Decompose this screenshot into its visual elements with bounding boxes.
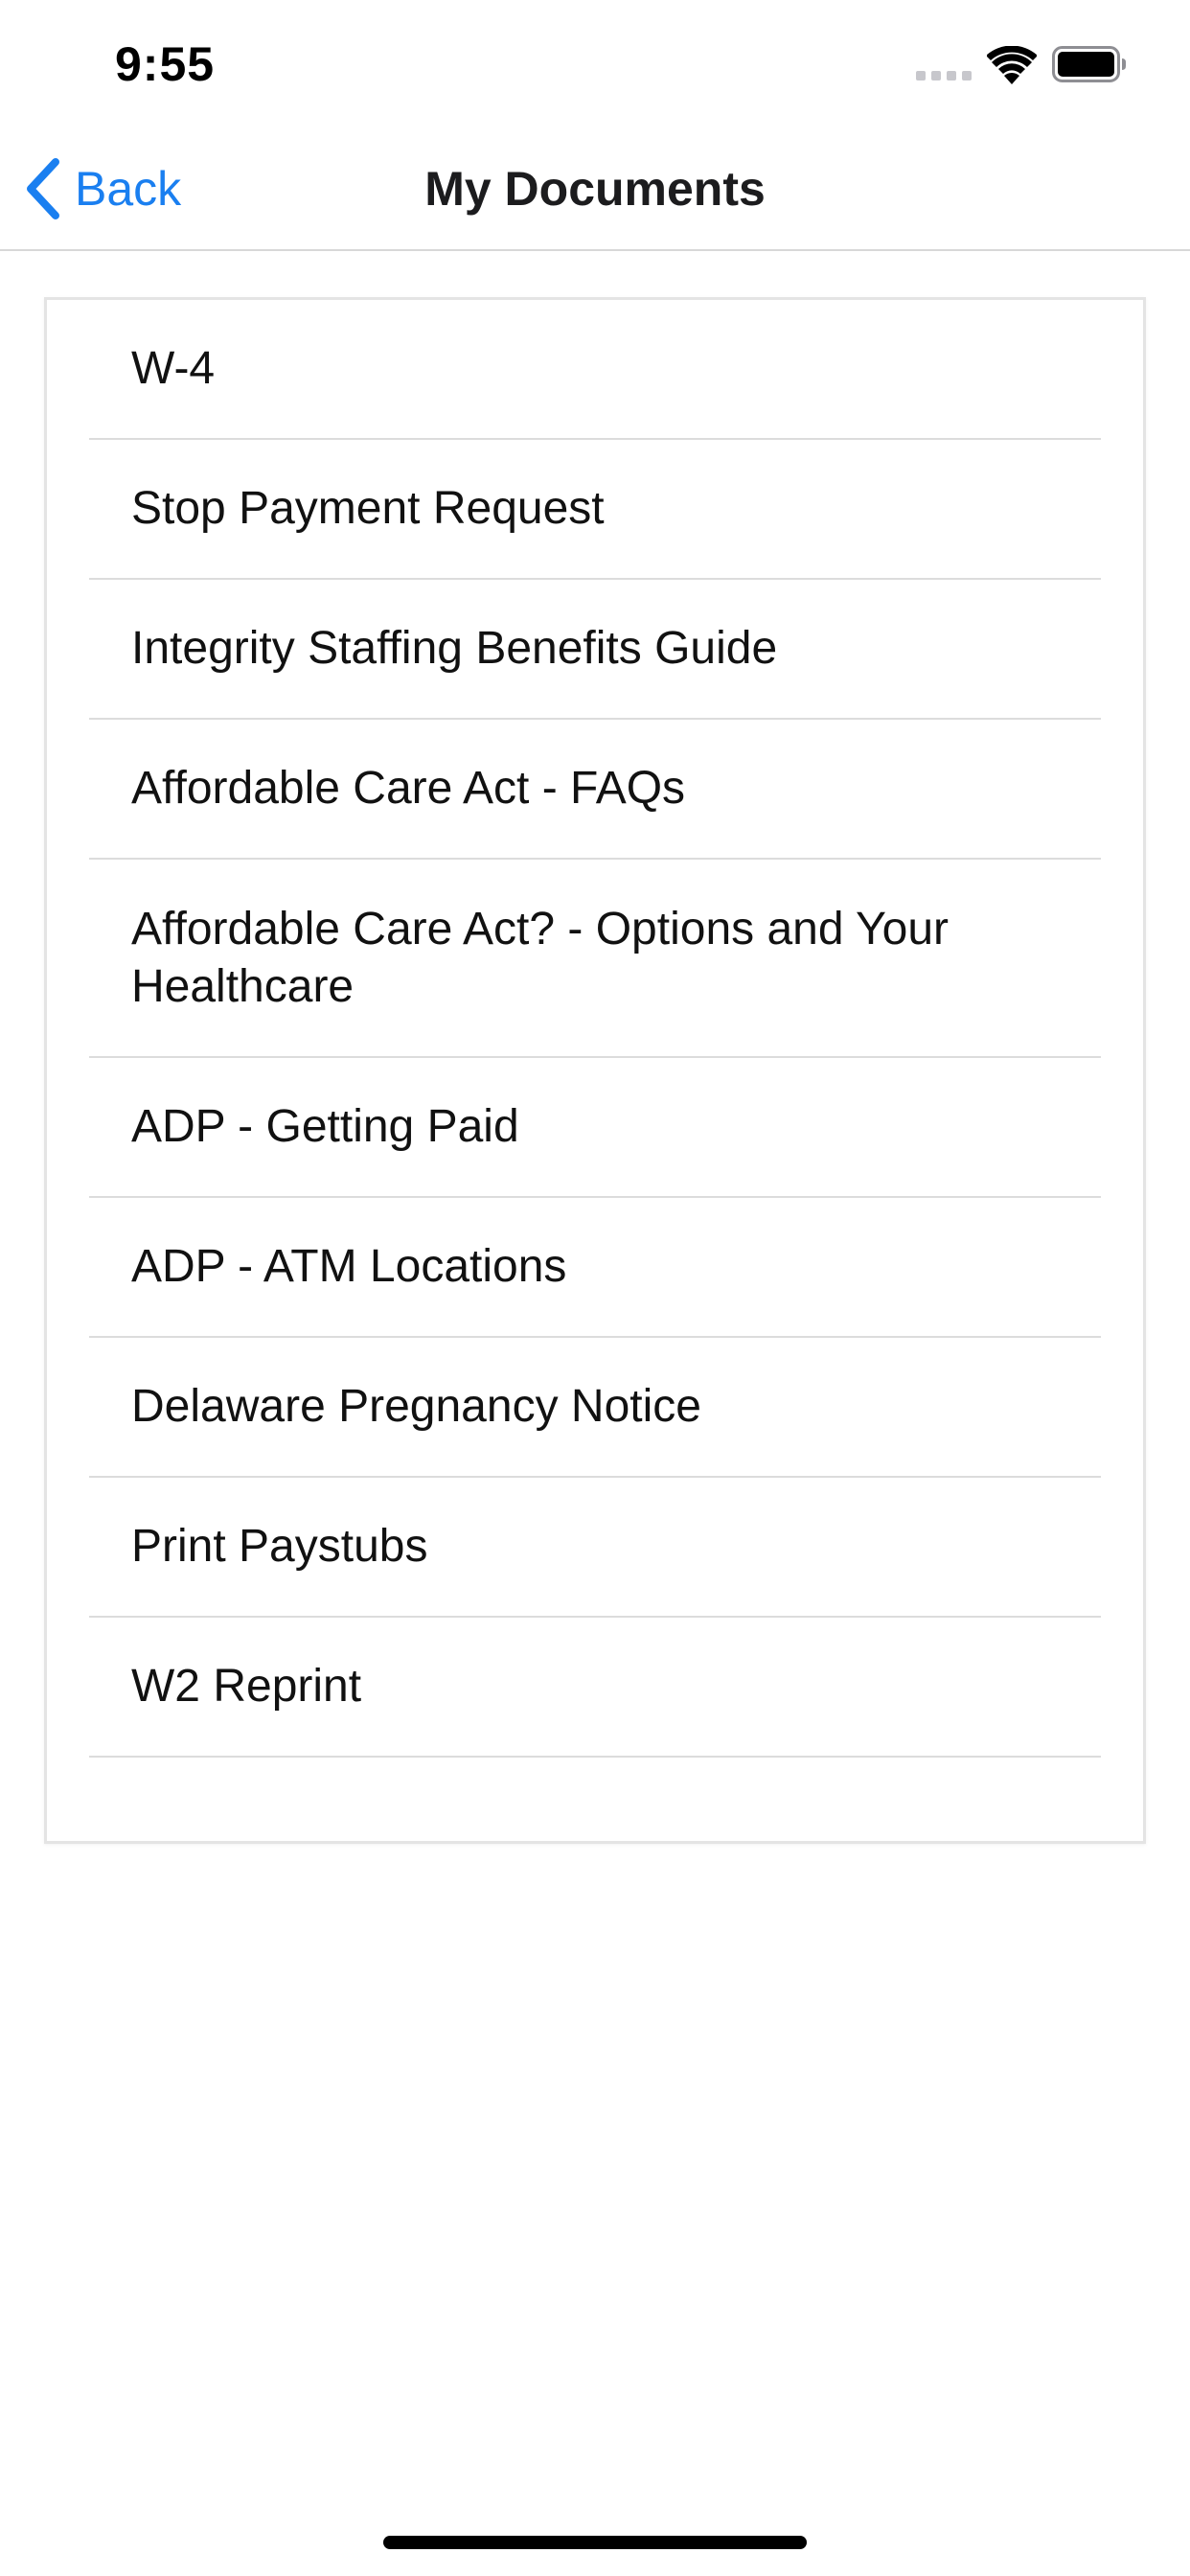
battery-icon	[1052, 46, 1126, 82]
page-title: My Documents	[424, 162, 766, 216]
document-item-w2-reprint[interactable]: W2 Reprint	[89, 1618, 1101, 1758]
documents-list: W-4 Stop Payment Request Integrity Staff…	[89, 300, 1101, 1758]
documents-card: W-4 Stop Payment Request Integrity Staff…	[44, 297, 1146, 1844]
document-item-print-paystubs[interactable]: Print Paystubs	[89, 1478, 1101, 1618]
document-item-adp-getting-paid[interactable]: ADP - Getting Paid	[89, 1058, 1101, 1198]
document-item-adp-atm-locations[interactable]: ADP - ATM Locations	[89, 1198, 1101, 1338]
document-item-benefits-guide[interactable]: Integrity Staffing Benefits Guide	[89, 580, 1101, 720]
home-indicator[interactable]	[383, 2536, 807, 2549]
screen: 9:55 Back My Documents W-4 Stop Payment …	[0, 0, 1190, 2576]
status-bar: 9:55	[0, 0, 1190, 126]
document-item-aca-faqs[interactable]: Affordable Care Act - FAQs	[89, 720, 1101, 860]
document-item-aca-options[interactable]: Affordable Care Act? - Options and Your …	[89, 860, 1101, 1058]
document-item-w4[interactable]: W-4	[89, 300, 1101, 440]
wifi-icon	[987, 46, 1037, 84]
navigation-bar: Back My Documents	[0, 126, 1190, 251]
document-item-delaware-pregnancy-notice[interactable]: Delaware Pregnancy Notice	[89, 1338, 1101, 1478]
cellular-signal-icon	[916, 71, 972, 80]
document-item-stop-payment-request[interactable]: Stop Payment Request	[89, 440, 1101, 580]
status-time: 9:55	[115, 37, 216, 91]
